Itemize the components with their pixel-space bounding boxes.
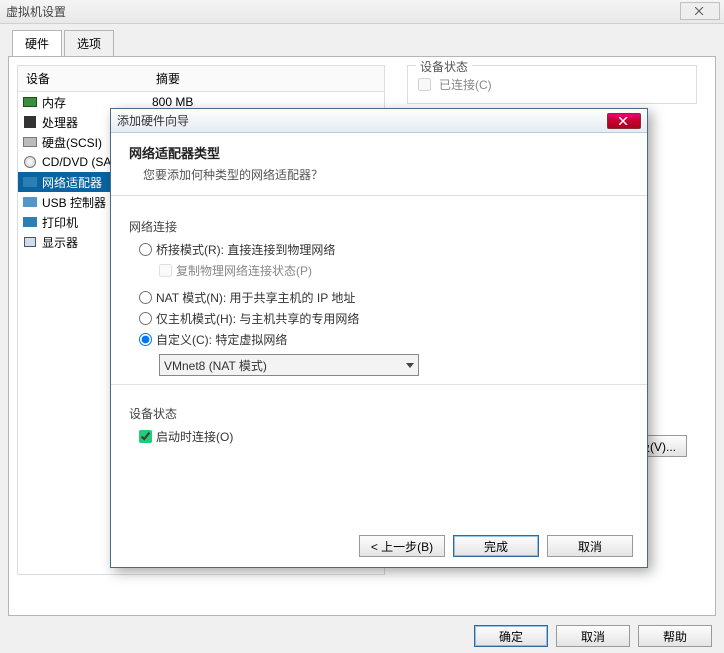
connected-checkbox[interactable]: [418, 78, 431, 91]
connect-at-poweron-checkbox[interactable]: [139, 430, 152, 443]
memory-icon: [22, 95, 38, 109]
modal-subheading: 您要添加何种类型的网络适配器？: [143, 166, 629, 183]
network-icon: [22, 175, 38, 189]
radio-hostonly-label: 仅主机模式(H): 与主机共享的专用网络: [156, 310, 359, 327]
tab-hardware[interactable]: 硬件: [12, 30, 62, 57]
modal-title: 添加硬件向导: [117, 112, 189, 129]
modal-footer: < 上一步(B) 完成 取消: [359, 535, 633, 557]
network-section-title: 网络连接: [129, 218, 629, 235]
radio-bridge-row: 桥接模式(R): 直接连接到物理网络: [139, 241, 629, 258]
window-close-button[interactable]: [680, 2, 720, 20]
table-header: 设备 摘要: [18, 66, 384, 92]
radio-custom[interactable]: [139, 333, 152, 346]
column-device: 设备: [18, 66, 148, 91]
printer-icon: [22, 215, 38, 229]
add-hardware-wizard: 添加硬件向导 网络适配器类型 您要添加何种类型的网络适配器？ 网络连接 桥接模式…: [110, 108, 648, 568]
device-state-legend: 设备状态: [416, 58, 472, 75]
cpu-icon: [22, 115, 38, 129]
radio-custom-label: 自定义(C): 特定虚拟网络: [156, 331, 287, 348]
tabs: 硬件 选项: [0, 24, 724, 57]
modal-heading: 网络适配器类型: [129, 143, 629, 162]
modal-device-state: 设备状态 启动时连接(O): [129, 405, 629, 445]
modal-header: 网络适配器类型 您要添加何种类型的网络适配器？: [111, 133, 647, 196]
back-button[interactable]: < 上一步(B): [359, 535, 445, 557]
close-icon: [695, 7, 705, 15]
finish-button[interactable]: 完成: [453, 535, 539, 557]
disk-icon: [22, 135, 38, 149]
connected-checkbox-row: 已连接(C): [418, 76, 686, 93]
radio-bridge[interactable]: [139, 243, 152, 256]
window-title: 虚拟机设置: [6, 3, 66, 20]
device-summary: 800 MB: [152, 95, 380, 109]
modal-close-button[interactable]: [607, 113, 641, 129]
bridge-replicate-checkbox: [159, 264, 172, 277]
ok-button[interactable]: 确定: [474, 625, 548, 647]
radio-hostonly-row: 仅主机模式(H): 与主机共享的专用网络: [139, 310, 629, 327]
radio-nat-label: NAT 模式(N): 用于共享主机的 IP 地址: [156, 289, 355, 306]
custom-network-value: VMnet8 (NAT 模式): [164, 357, 267, 374]
modal-cancel-button[interactable]: 取消: [547, 535, 633, 557]
bridge-sub-row: 复制物理网络连接状态(P): [159, 262, 629, 279]
cd-icon: [22, 155, 38, 169]
connected-label: 已连接(C): [439, 76, 492, 93]
radio-nat[interactable]: [139, 291, 152, 304]
close-icon: [619, 117, 629, 125]
radio-custom-row: 自定义(C): 特定虚拟网络: [139, 331, 629, 348]
radio-nat-row: NAT 模式(N): 用于共享主机的 IP 地址: [139, 289, 629, 306]
separator: [111, 384, 647, 385]
cancel-button[interactable]: 取消: [556, 625, 630, 647]
device-state-group: 设备状态 已连接(C): [407, 65, 697, 104]
modal-device-state-title: 设备状态: [129, 405, 629, 422]
right-panel: 设备状态 已连接(C) 高级(V)...: [407, 65, 697, 112]
monitor-icon: [22, 235, 38, 249]
chevron-down-icon: [406, 363, 414, 368]
modal-titlebar: 添加硬件向导: [111, 109, 647, 133]
radio-bridge-label: 桥接模式(R): 直接连接到物理网络: [156, 241, 335, 258]
custom-network-select[interactable]: VMnet8 (NAT 模式): [159, 354, 419, 376]
connect-at-poweron-label: 启动时连接(O): [156, 428, 233, 445]
radio-hostonly[interactable]: [139, 312, 152, 325]
column-summary: 摘要: [148, 66, 384, 91]
connect-at-poweron-row: 启动时连接(O): [139, 428, 629, 445]
window-titlebar: 虚拟机设置: [0, 0, 724, 24]
tab-options[interactable]: 选项: [64, 30, 114, 57]
dialog-footer: 确定 取消 帮助: [474, 625, 712, 647]
help-button[interactable]: 帮助: [638, 625, 712, 647]
usb-icon: [22, 195, 38, 209]
bridge-replicate-label: 复制物理网络连接状态(P): [176, 262, 312, 279]
modal-body: 网络连接 桥接模式(R): 直接连接到物理网络 复制物理网络连接状态(P) NA…: [111, 196, 647, 457]
